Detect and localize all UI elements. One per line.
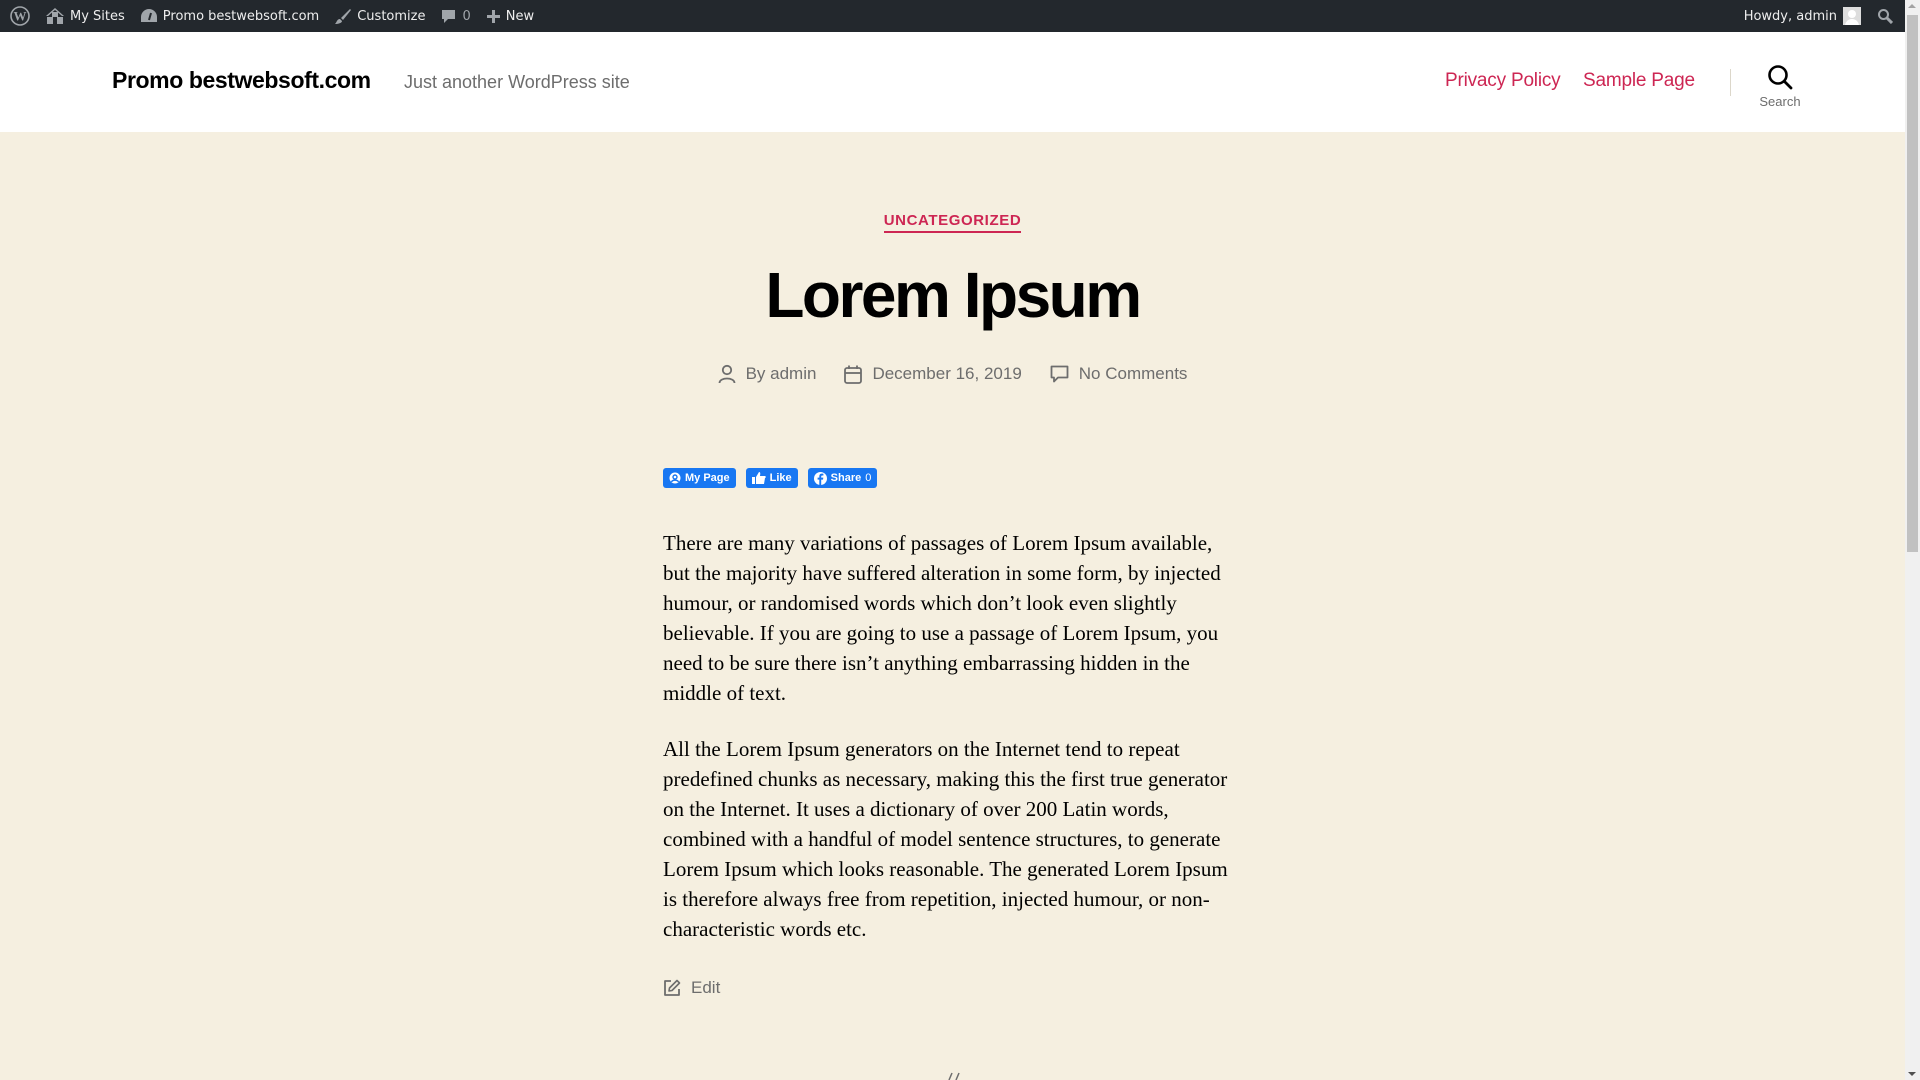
site-name-menu[interactable]: Promo bestwebsoft.com	[133, 0, 327, 32]
section-separator	[948, 1072, 960, 1080]
plus-icon	[486, 9, 500, 23]
comments-link[interactable]: No Comments	[1079, 364, 1188, 384]
post-comments: No Comments	[1050, 364, 1188, 384]
site-name-label: Promo bestwebsoft.com	[162, 8, 320, 24]
page-scrollbar[interactable]	[1905, 0, 1920, 1080]
category-link[interactable]: UNCATEGORIZED	[883, 212, 1022, 233]
thumbs-up-icon	[751, 472, 766, 484]
scroll-thumb[interactable]	[1907, 15, 1918, 552]
paintbrush-icon	[335, 9, 352, 24]
my-account-menu[interactable]: Howdy, admin	[1736, 0, 1869, 32]
customize-link[interactable]: Customize	[327, 0, 433, 32]
avatar	[1843, 7, 1861, 25]
site-description: Just another WordPress site	[404, 72, 630, 92]
share-label: Share	[830, 472, 862, 484]
like-label: Like	[769, 472, 792, 484]
comment-icon	[1050, 365, 1069, 382]
comments-link[interactable]: 0	[433, 0, 478, 32]
comment-bubble-icon	[442, 9, 456, 23]
author-prefix: By	[745, 364, 771, 383]
customize-label: Customize	[357, 8, 426, 24]
edit-icon	[664, 979, 681, 996]
howdy-label: Howdy, admin	[1743, 8, 1837, 24]
wordpress-menu[interactable]: W	[2, 0, 38, 32]
share-count: 0	[865, 472, 872, 484]
new-content-menu[interactable]: New	[479, 0, 542, 32]
social-buttons: My Page Like Share 0	[663, 468, 878, 488]
date-link[interactable]: December 16, 2019	[872, 364, 1021, 384]
my-page-button[interactable]: My Page	[663, 468, 736, 488]
share-button[interactable]: Share 0	[807, 468, 878, 488]
post-category: UNCATEGORIZED	[0, 212, 1905, 233]
comments-count: 0	[462, 8, 471, 24]
my-sites-label: My Sites	[70, 8, 125, 24]
dashboard-icon	[140, 9, 157, 22]
header-divider	[1730, 69, 1731, 96]
post-content: There are many variations of passages of…	[663, 528, 1243, 970]
user-icon	[718, 364, 735, 384]
wordpress-logo-icon: W	[10, 6, 30, 26]
author-link[interactable]: admin	[770, 364, 816, 383]
facebook-icon	[813, 471, 827, 485]
my-page-label: My Page	[685, 472, 730, 484]
post-date: December 16, 2019	[844, 364, 1022, 384]
nav-sample-page[interactable]: Sample Page	[1583, 70, 1695, 92]
paragraph: There are many variations of passages of…	[663, 531, 1221, 705]
facebook-profile-icon	[669, 472, 681, 484]
paragraph: All the Lorem Ipsum generators on the In…	[663, 737, 1228, 941]
search-label: Search	[1759, 94, 1801, 109]
my-sites-icon	[46, 8, 64, 24]
calendar-icon	[844, 365, 863, 384]
site-title[interactable]: Promo bestwebsoft.com	[112, 67, 371, 94]
my-sites-menu[interactable]: My Sites	[38, 0, 133, 32]
new-label: New	[505, 8, 535, 24]
post-meta: By admin December 16, 2019 No Comments	[0, 364, 1905, 384]
nav-privacy-policy[interactable]: Privacy Policy	[1445, 70, 1561, 92]
admin-bar: W My Sites Promo bestwebsoft.com Customi	[0, 0, 1905, 32]
search-icon	[1878, 9, 1893, 24]
edit-post-link[interactable]: Edit	[663, 978, 720, 998]
adminbar-search[interactable]	[1869, 0, 1901, 32]
search-toggle-button[interactable]: Search	[1745, 64, 1815, 120]
scroll-down-arrow[interactable]	[1908, 1072, 1916, 1076]
post-title: Lorem Ipsum	[765, 259, 1142, 331]
edit-label: Edit	[691, 978, 721, 997]
svg-text:W: W	[14, 9, 27, 24]
post-author: By admin	[718, 364, 816, 384]
search-icon	[1768, 65, 1793, 90]
scroll-up-arrow[interactable]	[1908, 4, 1916, 8]
like-button[interactable]: Like	[745, 468, 798, 488]
site-header: Promo bestwebsoft.com Just another WordP…	[0, 32, 1905, 132]
